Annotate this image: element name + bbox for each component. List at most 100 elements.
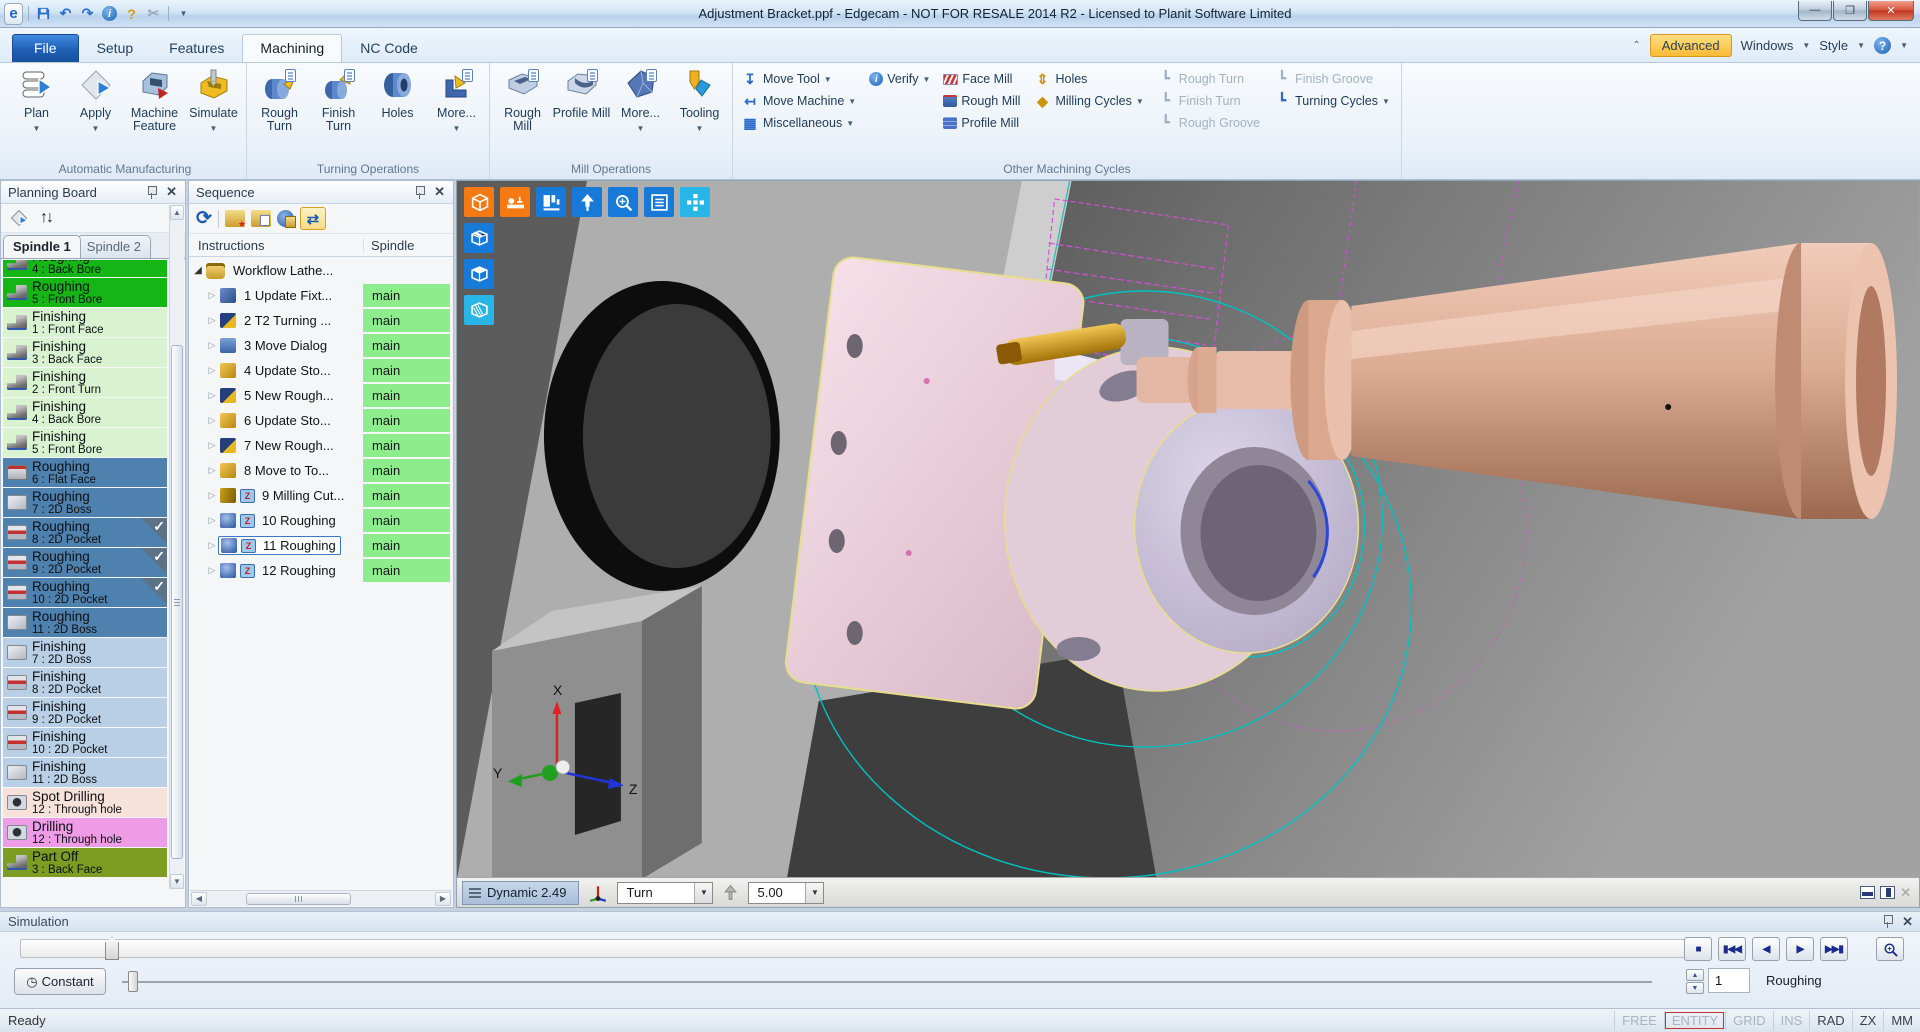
operation-item[interactable]: Part Off3 : Back Face xyxy=(3,848,167,877)
operation-item[interactable]: Finishing10 : 2D Pocket xyxy=(3,728,167,757)
status-toggle-zx[interactable]: ZX xyxy=(1852,1011,1884,1030)
edgecam-menu-icon[interactable]: e xyxy=(4,4,23,23)
close-panel-icon[interactable]: ✕ xyxy=(431,184,448,200)
status-toggle-grid[interactable]: GRID xyxy=(1725,1011,1773,1030)
shaded-view-icon[interactable] xyxy=(464,187,494,217)
dropdown-arrow-icon[interactable]: ▼ xyxy=(1382,97,1390,106)
expand-arrow-icon[interactable]: ▷ xyxy=(206,565,218,576)
instruction-row[interactable]: ▷1 Update Fixt...main xyxy=(190,283,452,308)
operation-item[interactable]: Finishing1 : Front Face xyxy=(3,308,167,337)
simulation-zoom-icon[interactable] xyxy=(1876,937,1904,961)
expand-arrow-icon[interactable]: ▷ xyxy=(206,540,218,551)
go-to-start-button[interactable]: ▮◀◀ xyxy=(1718,937,1746,961)
scroll-left-icon[interactable]: ◀ xyxy=(191,892,207,906)
refresh-icon[interactable]: ⟳ xyxy=(196,209,212,229)
operation-item[interactable]: Roughing6 : Flat Face xyxy=(3,458,167,487)
advanced-mode-button[interactable]: Advanced xyxy=(1650,34,1732,57)
plan-diamond-icon[interactable] xyxy=(10,209,28,227)
operation-item[interactable]: Finishing7 : 2D Boss xyxy=(3,638,167,667)
sequence-hscrollbar[interactable]: ◀ ▶ xyxy=(190,890,452,906)
tab-machining[interactable]: Machining xyxy=(242,34,342,62)
operation-item[interactable]: Drilling12 : Through hole xyxy=(3,818,167,847)
status-toggle-free[interactable]: FREE xyxy=(1614,1011,1664,1030)
dropdown-arrow-icon[interactable]: ▼ xyxy=(696,122,704,135)
close-panel-icon[interactable]: ✕ xyxy=(1899,914,1916,930)
pin-icon[interactable] xyxy=(1883,915,1892,928)
dropdown-arrow-icon[interactable]: ▼ xyxy=(92,122,100,135)
column-spindle[interactable]: Spindle xyxy=(363,238,453,253)
expand-arrow-icon[interactable]: ◢ xyxy=(192,265,204,276)
operation-item[interactable]: Finishing8 : 2D Pocket xyxy=(3,668,167,697)
tab-nc-code[interactable]: NC Code xyxy=(342,34,436,62)
verify-button[interactable]: iVerify▼ xyxy=(864,68,938,90)
help-icon[interactable]: ? xyxy=(1874,37,1891,54)
column-instructions[interactable]: Instructions xyxy=(189,238,363,253)
status-toggle-rad[interactable]: RAD xyxy=(1809,1011,1851,1030)
operation-item[interactable]: Finishing2 : Front Turn xyxy=(3,368,167,397)
cut-icon[interactable]: ✂ xyxy=(144,4,163,23)
tab-file[interactable]: File xyxy=(12,34,79,62)
code-wizard-icon[interactable] xyxy=(277,210,294,227)
step-back-button[interactable]: ◀ xyxy=(1752,937,1780,961)
apply-button[interactable]: Apply▼ xyxy=(66,65,125,135)
face-mill-button[interactable]: Face Mill xyxy=(938,68,1028,90)
holes-button[interactable]: Holes xyxy=(368,65,427,120)
reorder-arrows-icon[interactable]: ↑↓ xyxy=(40,209,52,227)
turning-cycles-button[interactable]: ┗Turning Cycles▼ xyxy=(1268,90,1398,112)
dropdown-arrow-icon[interactable]: ▼ xyxy=(637,122,645,135)
dropdown-arrow-icon[interactable]: ▼ xyxy=(694,883,712,903)
help-wizard-icon[interactable]: ? xyxy=(122,4,141,23)
status-toggle-entity[interactable]: ENTITY xyxy=(1664,1011,1725,1030)
point-grid-icon[interactable] xyxy=(680,187,710,217)
tooling-button[interactable]: Tooling▼ xyxy=(670,65,729,135)
expand-arrow-icon[interactable]: ▷ xyxy=(206,515,218,526)
close-panel-icon[interactable]: ✕ xyxy=(163,184,180,200)
expand-arrow-icon[interactable]: ▷ xyxy=(206,365,218,376)
zoom-window-icon[interactable] xyxy=(608,187,638,217)
display-list-icon[interactable] xyxy=(644,187,674,217)
tab-features[interactable]: Features xyxy=(151,34,242,62)
status-toggle-ins[interactable]: INS xyxy=(1773,1011,1810,1030)
machine-feature-button[interactable]: Machine Feature xyxy=(125,65,184,133)
save-icon[interactable] xyxy=(34,4,53,23)
simulate-button[interactable]: Simulate▼ xyxy=(184,65,243,135)
holes-button[interactable]: ⇕Holes xyxy=(1028,68,1151,90)
about-icon[interactable]: i xyxy=(100,4,119,23)
instruction-row[interactable]: ▷4 Update Sto...main xyxy=(190,358,452,383)
customize-icon[interactable]: ▼ xyxy=(174,4,193,23)
pin-icon[interactable] xyxy=(147,186,156,199)
rough-mill-button[interactable]: Rough Mill xyxy=(938,90,1028,112)
minimize-button[interactable]: — xyxy=(1798,1,1832,21)
dropdown-arrow-icon[interactable]: ▼ xyxy=(922,75,930,84)
scroll-down-icon[interactable]: ▼ xyxy=(170,874,184,889)
spindle-tab-2[interactable]: Spindle 2 xyxy=(77,235,151,258)
more-button[interactable]: More...▼ xyxy=(611,65,670,135)
planning-scrollbar[interactable]: ▲ ▼ xyxy=(169,205,184,889)
operation-item[interactable]: Roughing9 : 2D Pocket xyxy=(3,548,167,577)
more-button[interactable]: More...▼ xyxy=(427,65,486,135)
collapse-ribbon-icon[interactable]: ⌃ xyxy=(1632,40,1640,51)
split-vertical-icon[interactable] xyxy=(1880,886,1895,899)
3d-model-scene[interactable]: X Z Y xyxy=(457,181,1919,879)
view-mode-chip[interactable]: Dynamic 2.49 xyxy=(462,881,579,905)
rough-mill-button[interactable]: Rough Mill xyxy=(493,65,552,133)
milling-cycles-button[interactable]: ◆Milling Cycles▼ xyxy=(1028,90,1151,112)
progress-slider-thumb[interactable] xyxy=(105,937,119,960)
expand-arrow-icon[interactable]: ▷ xyxy=(206,490,218,501)
speed-slider-thumb[interactable] xyxy=(128,971,138,992)
dropdown-arrow-icon[interactable]: ▼ xyxy=(1136,97,1144,106)
operation-item[interactable]: Spot Drilling12 : Through hole xyxy=(3,788,167,817)
graphics-viewport[interactable]: X Z Y Dynamic 2.49 xyxy=(456,180,1920,908)
expand-arrow-icon[interactable]: ▷ xyxy=(206,315,218,326)
sync-icon[interactable]: ⇄ xyxy=(300,207,326,230)
machine-display-icon[interactable] xyxy=(500,187,530,217)
expand-arrow-icon[interactable]: ▷ xyxy=(206,465,218,476)
operation-item[interactable]: Roughing5 : Front Bore xyxy=(3,278,167,307)
dropdown-arrow-icon[interactable]: ▼ xyxy=(846,119,854,128)
scroll-up-icon[interactable]: ▲ xyxy=(170,205,184,220)
expand-arrow-icon[interactable]: ▷ xyxy=(206,415,218,426)
constant-speed-button[interactable]: ◷ Constant xyxy=(14,968,106,995)
report-icon[interactable] xyxy=(251,210,271,227)
operation-item[interactable]: Roughing7 : 2D Boss xyxy=(3,488,167,517)
workflow-root-row[interactable]: ◢Workflow Lathe... xyxy=(190,258,452,283)
